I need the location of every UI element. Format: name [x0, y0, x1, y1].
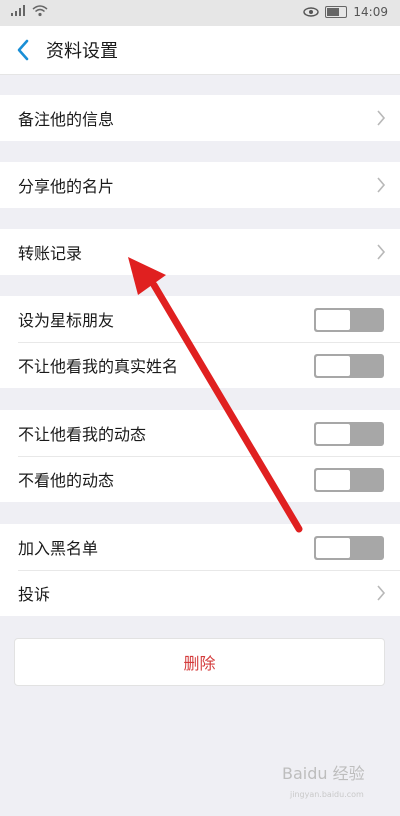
row-share-card[interactable]: 分享他的名片 [0, 162, 400, 208]
eye-icon [303, 7, 320, 17]
hide-his-moments-toggle[interactable] [314, 468, 384, 492]
row-hide-his-moments: 不看他的动态 [0, 456, 400, 502]
row-transfer-records[interactable]: 转账记录 [0, 229, 400, 275]
row-hide-my-moments: 不让他看我的动态 [0, 410, 400, 456]
delete-button[interactable]: 删除 [14, 638, 385, 686]
row-label: 不让他看我的动态 [18, 425, 147, 444]
group-block-report: 加入黑名单 投诉 [0, 524, 400, 616]
blacklist-toggle[interactable] [314, 536, 384, 560]
watermark-url: jingyan.baidu.com [290, 790, 364, 799]
row-label: 分享他的名片 [18, 177, 115, 196]
group-star-name: 设为星标朋友 不让他看我的真实姓名 [0, 296, 400, 388]
row-hide-real-name: 不让他看我的真实姓名 [0, 342, 400, 388]
status-time: 14:09 [353, 5, 388, 19]
wifi-icon [32, 5, 48, 17]
row-label: 不让他看我的真实姓名 [18, 357, 179, 376]
row-remark-info[interactable]: 备注他的信息 [0, 95, 400, 141]
signal-icon [11, 5, 25, 16]
title-bar: 资料设置 [0, 26, 400, 75]
chevron-left-icon [17, 39, 29, 61]
row-label: 投诉 [18, 585, 51, 604]
toggle-knob [316, 356, 350, 376]
delete-label: 删除 [183, 654, 216, 673]
chevron-right-icon [377, 177, 386, 193]
toggle-knob [316, 538, 350, 558]
row-label: 备注他的信息 [18, 110, 115, 129]
group-moments: 不让他看我的动态 不看他的动态 [0, 410, 400, 502]
row-label: 转账记录 [18, 244, 83, 263]
page-title: 资料设置 [46, 41, 118, 62]
star-friend-toggle[interactable] [314, 308, 384, 332]
battery-icon [325, 6, 348, 18]
row-report[interactable]: 投诉 [0, 570, 400, 616]
row-blacklist: 加入黑名单 [0, 524, 400, 570]
watermark-logo: Baidu 经验 [282, 764, 365, 783]
group-transfer: 转账记录 [0, 229, 400, 275]
row-star-friend: 设为星标朋友 [0, 296, 400, 342]
chevron-right-icon [377, 244, 386, 260]
back-button[interactable] [12, 36, 34, 64]
status-bar: 14:09 [0, 0, 400, 26]
chevron-right-icon [377, 110, 386, 126]
status-right: 14:09 [303, 5, 388, 19]
row-label: 设为星标朋友 [18, 311, 115, 330]
hide-real-name-toggle[interactable] [314, 354, 384, 378]
row-label: 加入黑名单 [18, 539, 99, 558]
status-left [10, 5, 48, 17]
group-share: 分享他的名片 [0, 162, 400, 208]
toggle-knob [316, 424, 350, 444]
chevron-right-icon [377, 585, 386, 601]
toggle-knob [316, 310, 350, 330]
row-label: 不看他的动态 [18, 471, 115, 490]
toggle-knob [316, 470, 350, 490]
group-remark: 备注他的信息 [0, 95, 400, 141]
hide-my-moments-toggle[interactable] [314, 422, 384, 446]
